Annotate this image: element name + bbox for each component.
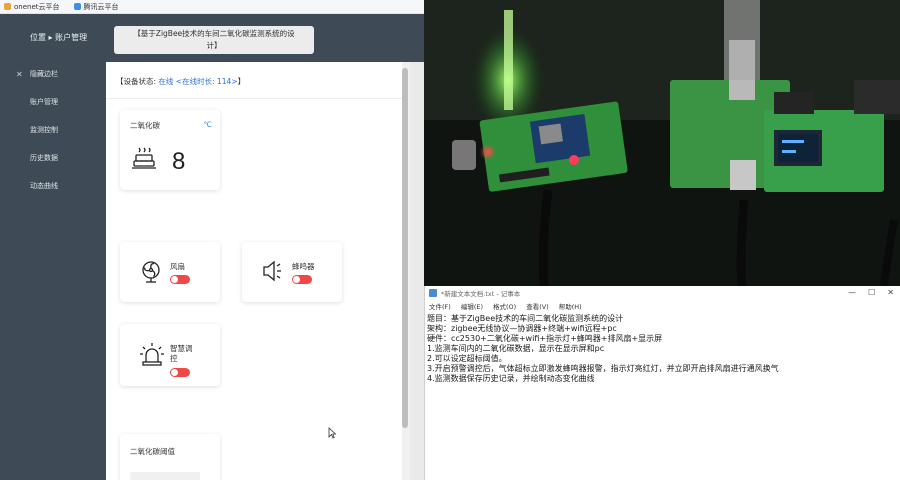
notepad-menubar: 文件(F) 编辑(E) 格式(O) 查看(V) 帮助(H) bbox=[425, 300, 900, 312]
bookmark-onenet[interactable]: onenet云平台 bbox=[4, 2, 60, 12]
bookmark-label: onenet云平台 bbox=[14, 2, 60, 11]
fan-toggle[interactable] bbox=[170, 275, 190, 284]
notepad-icon bbox=[429, 289, 437, 297]
threshold-label: 二氧化碳阈值 bbox=[130, 447, 175, 456]
mouse-cursor-icon bbox=[328, 424, 337, 443]
smart-control-card: 智慧调 控 bbox=[120, 324, 220, 386]
smart-control-label-line2: 控 bbox=[170, 354, 178, 363]
co2-unit: ℃ bbox=[203, 120, 212, 129]
text-line: 3.开启预警调控后，气体超标立即激发蜂鸣器报警，指示灯亮红灯，并立即开启排风扇进… bbox=[427, 364, 779, 373]
sidebar-item-account[interactable]: 账户管理 bbox=[0, 88, 106, 116]
top-header: 【基于ZigBee技术的车间二氧化碳监测系统的设 计】 bbox=[106, 14, 424, 62]
speaker-icon bbox=[262, 260, 286, 286]
buzzer-label: 蜂鸣器 bbox=[292, 262, 315, 271]
text-line: 架构：zigbee无线协议—协调器+终端+wifi远程+pc bbox=[427, 324, 617, 333]
sidebar-item-hide[interactable]: ✕ 隐藏边栏 bbox=[0, 60, 106, 88]
sidebar-item-monitor[interactable]: 监测控制 bbox=[0, 116, 106, 144]
bookmarks-bar: onenet云平台 腾讯云平台 bbox=[0, 0, 424, 14]
menu-edit[interactable]: 编辑(E) bbox=[461, 301, 483, 311]
menu-format[interactable]: 格式(O) bbox=[493, 301, 516, 311]
text-line: 1.监测车间内的二氧化碳数据，显示在显示屏和pc bbox=[427, 344, 605, 353]
sidebar: 位置 ▸ 账户管理 ✕ 隐藏边栏 账户管理 监测控制 历史数据 动态曲线 bbox=[0, 14, 106, 480]
status-prefix: 【设备状态: bbox=[116, 77, 159, 86]
co2-value: 8 bbox=[172, 148, 186, 175]
text-line: 2.可以设定超标阈值。 bbox=[427, 354, 507, 363]
device-status: 【设备状态: 在线 <在线时长: 114>】 bbox=[116, 76, 245, 87]
menu-help[interactable]: 帮助(H) bbox=[559, 301, 582, 311]
window-edge bbox=[410, 62, 424, 480]
smart-control-label-line1: 智慧调 bbox=[170, 344, 193, 353]
bookmark-label: 腾讯云平台 bbox=[83, 2, 119, 11]
fan-card: 风扇 bbox=[120, 242, 220, 302]
fan-icon bbox=[140, 260, 162, 288]
page-title: 【基于ZigBee技术的车间二氧化碳监测系统的设 计】 bbox=[114, 26, 314, 54]
status-online-time: <在线时长: 114> bbox=[173, 77, 238, 86]
sidebar-item-label: 账户管理 bbox=[30, 98, 58, 106]
co2-card: 二氧化碳 ℃ 8 bbox=[120, 110, 220, 190]
sidebar-item-label: 历史数据 bbox=[30, 154, 58, 162]
close-icon[interactable]: ✕ bbox=[887, 288, 894, 297]
notepad-titlebar: *新建文本文档.txt - 记事本 bbox=[425, 286, 900, 300]
notepad-text-area[interactable]: 题目：基于ZigBee技术的车间二氧化碳监测系统的设计 架构：zigbee无线协… bbox=[425, 312, 900, 386]
divider bbox=[106, 98, 402, 99]
close-icon: ✕ bbox=[16, 69, 23, 79]
monitor-app: 位置 ▸ 账户管理 ✕ 隐藏边栏 账户管理 监测控制 历史数据 动态曲线 【基于… bbox=[0, 14, 424, 480]
text-line: 硬件：cc2530+二氧化碳+wifi+指示灯+蜂鸣器+排风扇+显示屏 bbox=[427, 334, 663, 343]
co2-sensor-icon bbox=[130, 146, 158, 176]
smart-control-label: 智慧调 控 bbox=[170, 344, 193, 364]
buzzer-toggle[interactable] bbox=[292, 275, 312, 284]
sidebar-item-curve[interactable]: 动态曲线 bbox=[0, 172, 106, 200]
sidebar-item-label: 监测控制 bbox=[30, 126, 58, 134]
fan-label: 风扇 bbox=[170, 262, 185, 271]
main-content: 【设备状态: 在线 <在线时长: 114>】 二氧化碳 ℃ 8 风扇 蜂鸣器 智… bbox=[106, 62, 402, 480]
bookmark-icon bbox=[73, 3, 81, 10]
maximize-icon[interactable]: ☐ bbox=[868, 288, 875, 297]
text-line: 4.监测数据保存历史记录，并绘制动态变化曲线 bbox=[427, 374, 595, 383]
bookmark-tencent[interactable]: 腾讯云平台 bbox=[73, 2, 119, 12]
co2-threshold-card: 二氧化碳阈值 bbox=[120, 434, 220, 480]
menu-view[interactable]: 查看(V) bbox=[526, 301, 549, 311]
page-title-line2: 计】 bbox=[206, 41, 222, 50]
hardware-photo bbox=[424, 0, 900, 286]
buzzer-card: 蜂鸣器 bbox=[242, 242, 342, 302]
co2-label: 二氧化碳 bbox=[130, 121, 160, 130]
status-suffix: 】 bbox=[237, 77, 246, 86]
smart-control-toggle[interactable] bbox=[170, 368, 190, 377]
menu-file[interactable]: 文件(F) bbox=[429, 301, 451, 311]
breadcrumb: 位置 ▸ 账户管理 bbox=[30, 32, 88, 42]
status-online: 在线 bbox=[158, 77, 174, 86]
text-line: 题目：基于ZigBee技术的车间二氧化碳监测系统的设计 bbox=[427, 314, 624, 323]
minimize-icon[interactable]: — bbox=[848, 288, 856, 297]
notepad-window: *新建文本文档.txt - 记事本 — ☐ ✕ 文件(F) 编辑(E) 格式(O… bbox=[424, 286, 900, 480]
sidebar-item-label: 隐藏边栏 bbox=[30, 70, 58, 78]
notepad-title: *新建文本文档.txt - 记事本 bbox=[441, 290, 521, 298]
sidebar-item-label: 动态曲线 bbox=[30, 182, 58, 190]
alarm-light-icon bbox=[140, 342, 164, 370]
threshold-input[interactable] bbox=[130, 472, 200, 480]
scrollbar-thumb[interactable] bbox=[402, 68, 408, 428]
page-title-line1: 【基于ZigBee技术的车间二氧化碳监测系统的设 bbox=[133, 29, 295, 38]
sidebar-item-history[interactable]: 历史数据 bbox=[0, 144, 106, 172]
window-controls: — ☐ ✕ bbox=[848, 288, 894, 297]
bookmark-icon bbox=[4, 3, 11, 10]
